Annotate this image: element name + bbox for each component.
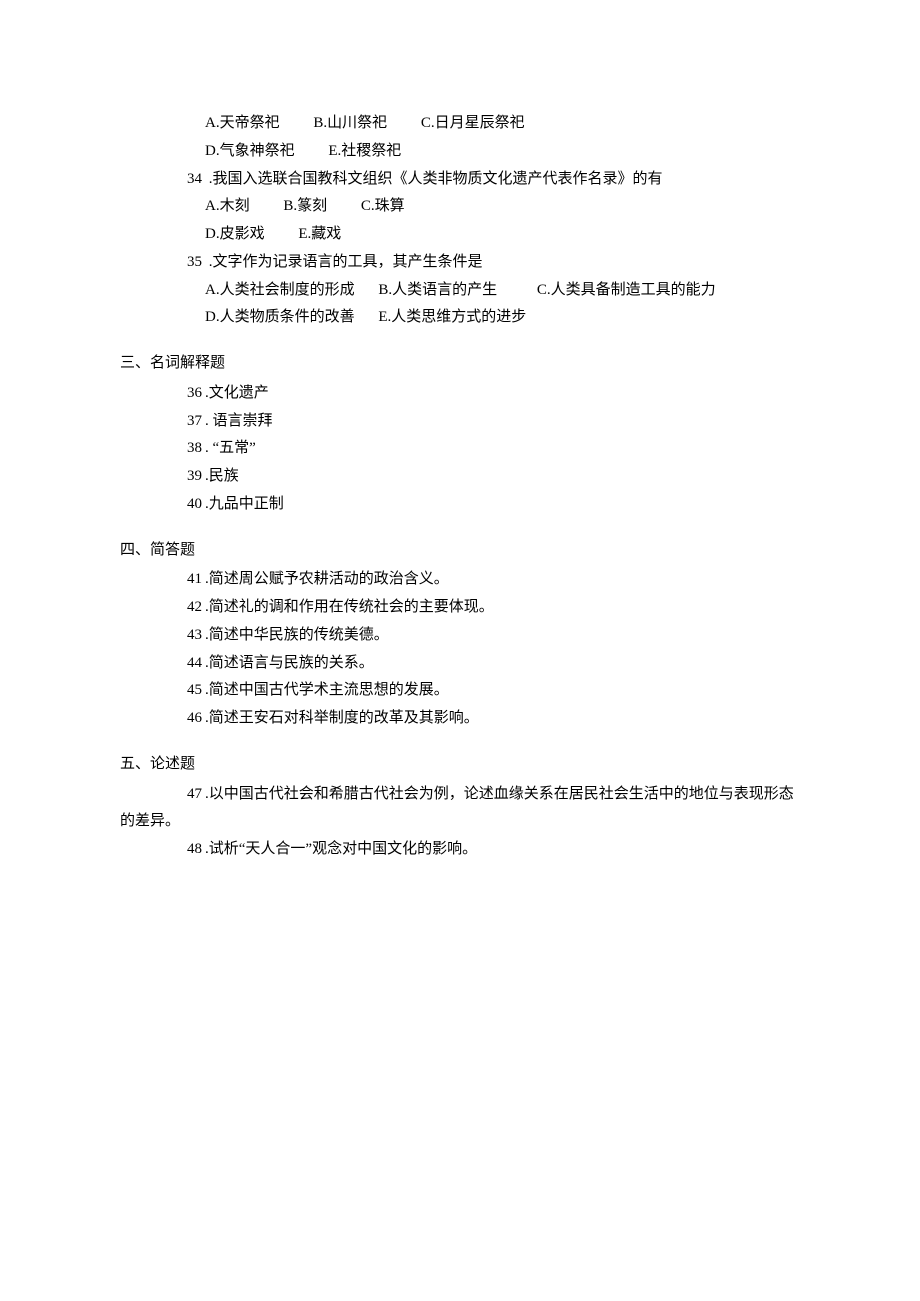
item-text: .简述王安石对科举制度的改革及其影响。 — [202, 710, 479, 726]
option-a: A.木刻 — [205, 198, 250, 214]
option-b: B.山川祭祀 — [313, 115, 387, 131]
option-c: C.珠算 — [361, 198, 405, 214]
q33-options-row1: A.天帝祭祀 B.山川祭祀 C.日月星辰祭祀 — [120, 110, 800, 138]
option-e: E.人类思维方式的进步 — [378, 309, 526, 325]
item-num: 36 — [120, 380, 202, 408]
option-d: D.气象神祭祀 — [205, 143, 295, 159]
section4-items: 41.简述周公赋予农耕活动的政治含义。 42.简述礼的调和作用在传统社会的主要体… — [120, 566, 800, 733]
list-item: 38. “五常” — [120, 435, 800, 463]
q34-num: 34 — [162, 166, 202, 194]
q35: 35 .文字作为记录语言的工具，其产生条件是 — [120, 249, 800, 277]
list-item: 45.简述中国古代学术主流思想的发展。 — [120, 677, 800, 705]
list-item: 37. 语言崇拜 — [120, 408, 800, 436]
list-item: 48.试析“天人合一”观念对中国文化的影响。 — [120, 836, 800, 864]
list-item: 43.简述中华民族的传统美德。 — [120, 622, 800, 650]
list-item: 39.民族 — [120, 463, 800, 491]
item-num: 47 — [120, 781, 202, 809]
section3-items: 36.文化遗产 37. 语言崇拜 38. “五常” 39.民族 40.九品中正制 — [120, 380, 800, 519]
section4-heading: 四、简答题 — [120, 519, 800, 567]
document-page: A.天帝祭祀 B.山川祭祀 C.日月星辰祭祀 D.气象神祭祀 E.社稷祭祀 34… — [0, 0, 920, 864]
list-item: 44.简述语言与民族的关系。 — [120, 650, 800, 678]
item-text: . 语言崇拜 — [202, 413, 273, 429]
q35-text: .文字作为记录语言的工具，其产生条件是 — [206, 254, 483, 270]
list-item: 41.简述周公赋予农耕活动的政治含义。 — [120, 566, 800, 594]
option-d: D.皮影戏 — [205, 226, 265, 242]
item-text: .试析“天人合一”观念对中国文化的影响。 — [202, 841, 477, 857]
item-num: 48 — [120, 836, 202, 864]
q35-num: 35 — [162, 249, 202, 277]
item-text: .简述礼的调和作用在传统社会的主要体现。 — [202, 599, 494, 615]
list-item: 47.以中国古代社会和希腊古代社会为例，论述血缘关系在居民社会生活中的地位与表现… — [120, 781, 800, 837]
item-num: 42 — [120, 594, 202, 622]
list-item: 46.简述王安石对科举制度的改革及其影响。 — [120, 705, 800, 733]
option-c: C.日月星辰祭祀 — [421, 115, 525, 131]
option-a: A.天帝祭祀 — [205, 115, 280, 131]
option-b: B.篆刻 — [283, 198, 327, 214]
item-num: 46 — [120, 705, 202, 733]
option-b: B.人类语言的产生 — [378, 282, 497, 298]
section5-items: 47.以中国古代社会和希腊古代社会为例，论述血缘关系在居民社会生活中的地位与表现… — [120, 781, 800, 864]
option-a: A.人类社会制度的形成 — [205, 282, 355, 298]
item-text: .文化遗产 — [202, 385, 269, 401]
item-text: .简述语言与民族的关系。 — [202, 655, 374, 671]
item-text: .简述中华民族的传统美德。 — [202, 627, 389, 643]
item-text: .简述中国古代学术主流思想的发展。 — [202, 682, 449, 698]
section5-heading: 五、论述题 — [120, 733, 800, 781]
list-item: 36.文化遗产 — [120, 380, 800, 408]
item-text: .简述周公赋予农耕活动的政治含义。 — [202, 571, 449, 587]
q34-options-row2: D.皮影戏 E.藏戏 — [120, 221, 800, 249]
item-text: . “五常” — [202, 440, 256, 456]
list-item: 40.九品中正制 — [120, 491, 800, 519]
item-num: 40 — [120, 491, 202, 519]
item-num: 45 — [120, 677, 202, 705]
item-text: .九品中正制 — [202, 496, 284, 512]
q34-text: .我国入选联合国教科文组织《人类非物质文化遗产代表作名录》的有 — [206, 171, 663, 187]
q33-options-row2: D.气象神祭祀 E.社稷祭祀 — [120, 138, 800, 166]
item-num: 41 — [120, 566, 202, 594]
q34-options-row1: A.木刻 B.篆刻 C.珠算 — [120, 193, 800, 221]
item-num: 38 — [120, 435, 202, 463]
q35-options-row1: A.人类社会制度的形成 B.人类语言的产生 C.人类具备制造工具的能力 — [120, 277, 800, 305]
item-num: 37 — [120, 408, 202, 436]
section3-heading: 三、名词解释题 — [120, 332, 800, 380]
option-d: D.人类物质条件的改善 — [205, 309, 355, 325]
item-num: 43 — [120, 622, 202, 650]
option-e: E.藏戏 — [298, 226, 341, 242]
item-num: 44 — [120, 650, 202, 678]
q34: 34 .我国入选联合国教科文组织《人类非物质文化遗产代表作名录》的有 — [120, 166, 800, 194]
item-text: .以中国古代社会和希腊古代社会为例，论述血缘关系在居民社会生活中的地位与表现形态… — [120, 786, 794, 830]
item-text: .民族 — [202, 468, 239, 484]
item-num: 39 — [120, 463, 202, 491]
option-c: C.人类具备制造工具的能力 — [537, 282, 716, 298]
q35-options-row2: D.人类物质条件的改善 E.人类思维方式的进步 — [120, 304, 800, 332]
list-item: 42.简述礼的调和作用在传统社会的主要体现。 — [120, 594, 800, 622]
option-e: E.社稷祭祀 — [328, 143, 401, 159]
